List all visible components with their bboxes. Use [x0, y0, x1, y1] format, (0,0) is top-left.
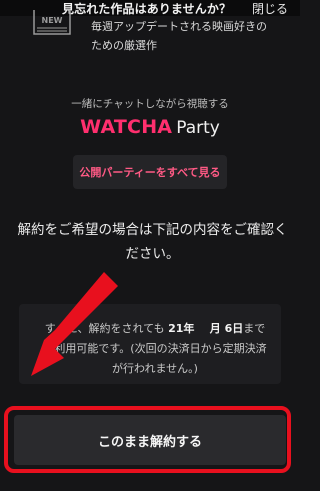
new-badge-icon: NEW — [33, 10, 71, 35]
svg-text:NEW: NEW — [42, 16, 63, 25]
dialog-title: 見忘れた作品はありませんか？ — [62, 2, 232, 16]
feature-line-2: ための厳選作 — [91, 39, 157, 52]
feature-line-1: 毎週アップデートされる映画好きの — [91, 20, 267, 33]
cancel-subscription-button[interactable]: このまま解約する — [14, 415, 286, 465]
date-day: 6日 — [224, 322, 244, 335]
info-line-3: が行われません。) — [112, 362, 198, 375]
watcha-brand: WATCHA — [80, 116, 173, 138]
info-line-2: ご利用可能です。(次回の決済日から定期決済 — [43, 342, 267, 355]
watcha-party-logo: WATCHA Party — [0, 116, 300, 138]
view-public-parties-button[interactable]: 公開パーティーをすべて見る — [73, 155, 227, 189]
close-button[interactable]: 閉じる — [252, 0, 288, 17]
party-caption: 一緒にチャットしながら視聴する — [71, 98, 229, 110]
date-year: 21年 — [168, 322, 195, 335]
feature-description: 毎週アップデートされる映画好きの ための厳選作 — [91, 17, 267, 55]
info-line-1: すぐに、解約をされても 21年 月 6日まで — [44, 322, 266, 335]
notice-line-1: 解約をご希望の場合は下記の内容をご確認く — [17, 222, 288, 238]
date-month: 月 — [209, 322, 221, 335]
notice-line-2: ださい。 — [125, 246, 180, 262]
info-text: すぐに、解約をされても 21年 月 6日まで ご利用可能です。(次回の決済日から… — [30, 319, 280, 379]
party-word: Party — [176, 118, 220, 138]
cancellation-notice: 解約をご希望の場合は下記の内容をご確認く ださい。 — [15, 218, 290, 266]
